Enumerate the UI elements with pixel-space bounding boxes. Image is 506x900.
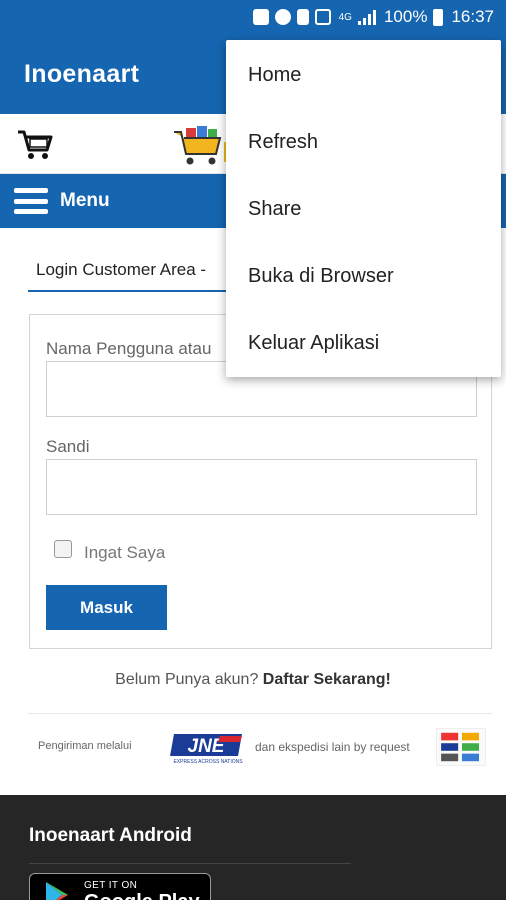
password-label: Sandi — [46, 437, 90, 456]
menu-item-open-browser[interactable]: Buka di Browser — [226, 243, 501, 310]
footer: Inoenaart Android GET IT ON Google Play — [0, 795, 506, 900]
google-play-big-text: Google Play — [84, 891, 200, 900]
register-row: Belum Punya akun? Daftar Sekarang! — [0, 671, 506, 689]
network-type: 4G — [338, 11, 352, 23]
jne-logo-tagline: EXPRESS ACROSS NATIONS — [173, 759, 243, 765]
shipping-text-after: dan ekspedisi lain by request — [255, 740, 410, 754]
username-label: Nama Pengguna atau — [46, 339, 212, 358]
courier-logos-icon — [436, 728, 486, 766]
cart-icon[interactable] — [16, 128, 54, 162]
menu-item-exit-app[interactable]: Keluar Aplikasi — [226, 310, 501, 377]
jne-logo-icon: JNE EXPRESS ACROSS NATIONS — [170, 734, 243, 765]
overflow-menu: Home Refresh Share Buka di Browser Kelua… — [226, 40, 501, 377]
divider — [28, 713, 492, 714]
shipping-text-before: Pengiriman melalui — [38, 740, 132, 752]
tab-login-label: Login Customer Area - — [36, 260, 207, 279]
login-button[interactable]: Masuk — [46, 585, 167, 630]
battery-icon — [433, 8, 444, 26]
password-input[interactable] — [46, 459, 477, 515]
sim-icon — [296, 9, 309, 25]
shield-icon — [252, 9, 269, 25]
remember-me-checkbox[interactable] — [54, 540, 72, 558]
google-play-icon — [46, 882, 68, 900]
battery-percent: 100% — [383, 7, 428, 26]
app-title: Inoenaart — [24, 59, 140, 88]
google-play-small-text: GET IT ON — [84, 880, 138, 891]
signal-icon — [314, 9, 331, 25]
cell-signal-icon — [357, 9, 376, 25]
footer-divider — [29, 863, 351, 864]
google-play-badge[interactable]: GET IT ON Google Play — [29, 873, 211, 900]
status-bar: 4G 100% 16:37 — [0, 0, 506, 34]
register-prompt: Belum Punya akun? — [115, 671, 259, 688]
register-link[interactable]: Daftar Sekarang! — [263, 671, 391, 688]
menu-item-home[interactable]: Home — [226, 42, 501, 109]
menu-label[interactable]: Menu — [60, 190, 110, 212]
footer-title: Inoenaart Android — [29, 825, 192, 846]
shop-logo-icon[interactable] — [172, 124, 232, 168]
tab-login-customer[interactable]: Login Customer Area - — [28, 252, 253, 292]
menu-item-refresh[interactable]: Refresh — [226, 109, 501, 176]
alarm-icon — [274, 9, 291, 25]
remember-me-label[interactable]: Ingat Saya — [84, 543, 165, 563]
clock: 16:37 — [451, 7, 494, 26]
status-icons: 4G 100% 16:37 — [252, 7, 494, 27]
shipping-info: Pengiriman melalui JNE EXPRESS ACROSS NA… — [0, 728, 506, 768]
hamburger-icon[interactable] — [14, 188, 48, 214]
menu-item-share[interactable]: Share — [226, 176, 501, 243]
